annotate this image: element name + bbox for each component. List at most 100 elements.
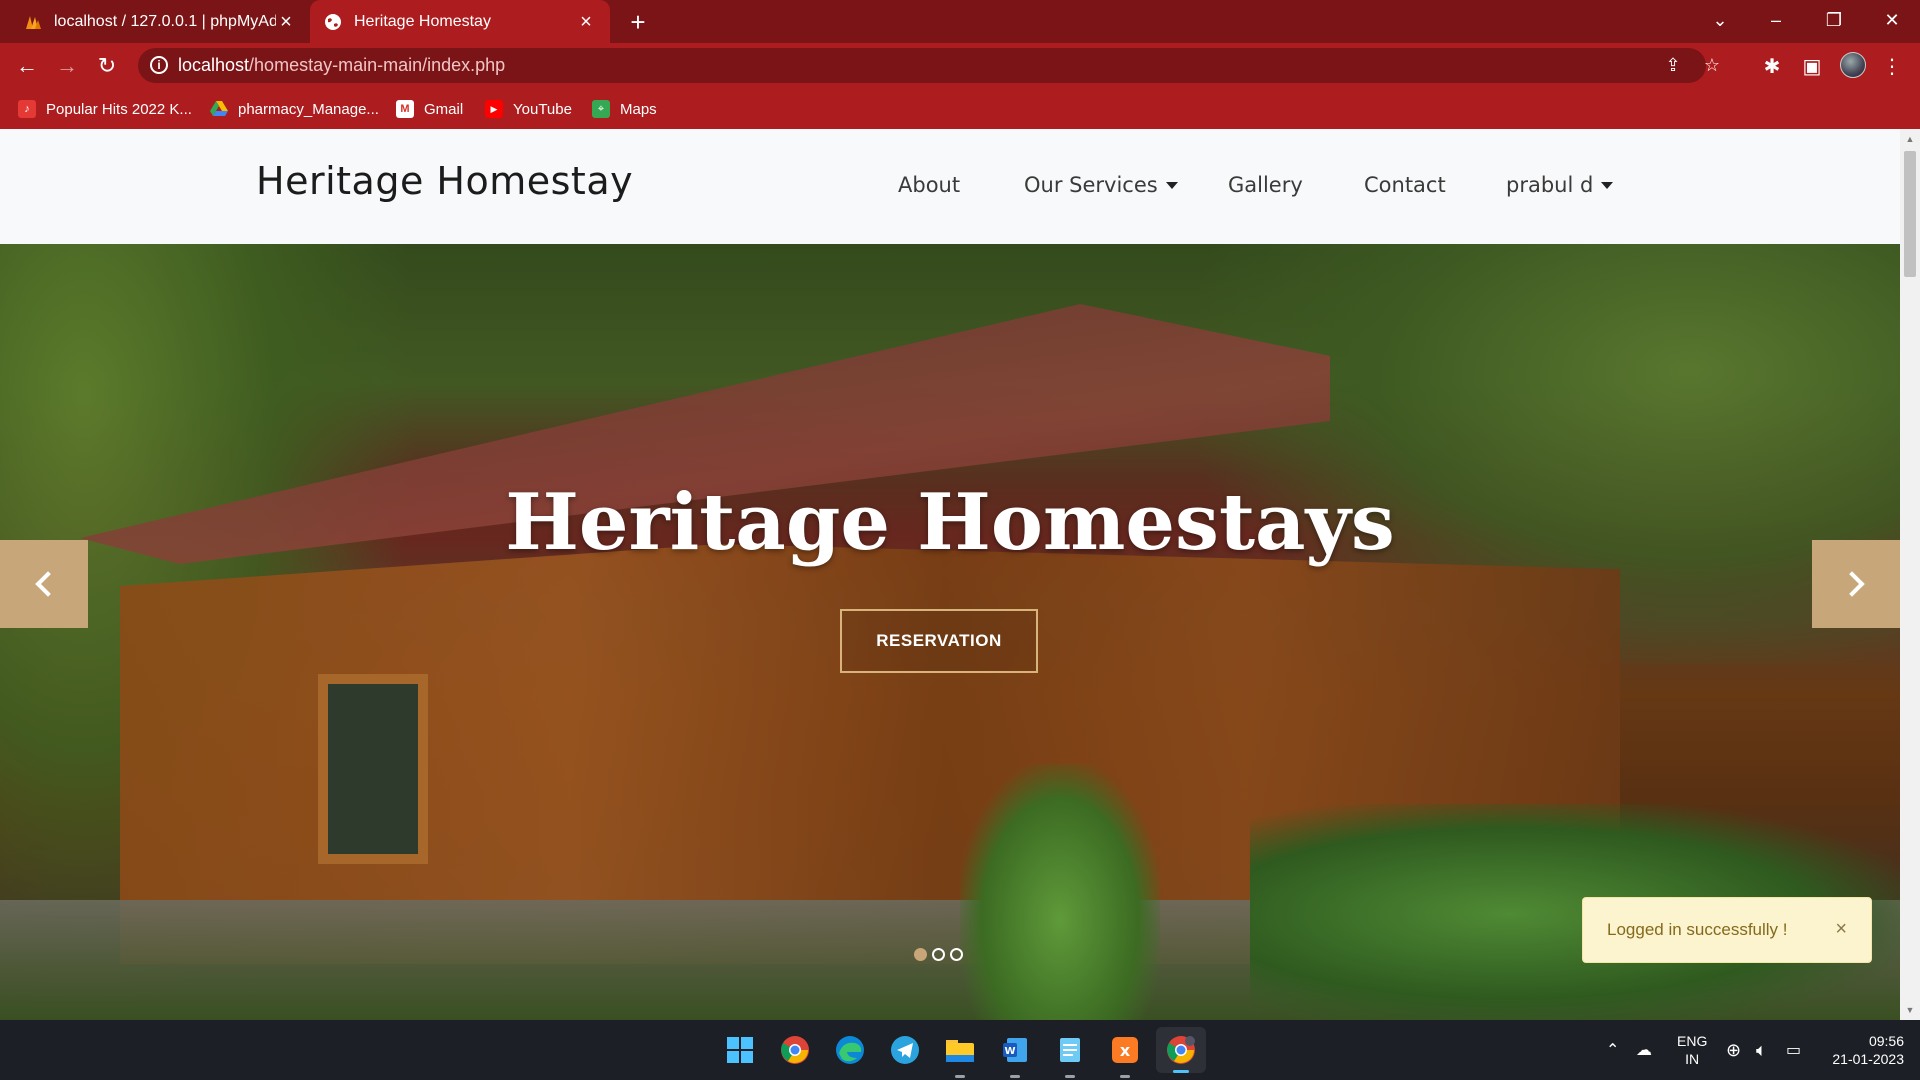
carousel-indicators — [914, 948, 963, 961]
reservation-button[interactable]: RESERVATION — [840, 609, 1038, 673]
running-indicator — [1173, 1070, 1189, 1073]
bookmark-label: pharmacy_Manage... — [238, 100, 379, 118]
caret-down-icon — [1165, 181, 1178, 189]
word-icon[interactable]: W — [997, 1032, 1033, 1078]
windows-start-icon[interactable] — [722, 1032, 758, 1068]
chevron-right-icon — [1839, 571, 1865, 597]
close-window-icon[interactable]: ✕ — [1864, 0, 1920, 40]
browser-tabstrip: localhost / 127.0.0.1 | phpMyAdmin × Her… — [0, 0, 1920, 43]
bookmark-gmail[interactable]: M Gmail — [396, 98, 463, 120]
back-icon[interactable]: ← — [12, 51, 42, 81]
site-info-icon[interactable]: i — [150, 56, 168, 74]
nav-our-services[interactable]: Our Services — [1024, 173, 1178, 197]
running-indicator — [1010, 1075, 1020, 1078]
carousel-next-button[interactable] — [1812, 540, 1900, 628]
tab-phpmyadmin[interactable]: localhost / 127.0.0.1 | phpMyAdmin × — [10, 0, 310, 43]
bookmark-label: YouTube — [513, 100, 572, 118]
carousel-indicator[interactable] — [950, 948, 963, 961]
hero-background-bush — [960, 764, 1160, 1020]
xampp-icon[interactable]: x — [1107, 1032, 1143, 1078]
svg-text:W: W — [1004, 1046, 1015, 1057]
tab-search-icon[interactable]: ⌄ — [1692, 0, 1748, 40]
bookmark-youtube[interactable]: ▶ YouTube — [485, 98, 572, 120]
maps-icon: ⌖ — [592, 100, 610, 118]
bookmark-popular-hits[interactable]: ♪ Popular Hits 2022 K... — [18, 98, 192, 120]
running-indicator — [955, 1075, 965, 1078]
site-navbar: Heritage Homestay About Our Services Gal… — [0, 129, 1900, 244]
profile-avatar[interactable] — [1840, 52, 1866, 78]
browser-toolbar: ← → ↻ i localhost/homestay-main-main/ind… — [0, 43, 1920, 88]
scroll-down-icon[interactable]: ▼ — [1900, 1002, 1920, 1018]
close-tab-icon[interactable]: × — [276, 12, 296, 32]
address-bar[interactable]: i localhost/homestay-main-main/index.php… — [138, 48, 1720, 83]
caret-down-icon — [1601, 181, 1614, 189]
tab-heritage-homestay[interactable]: Heritage Homestay × — [310, 0, 610, 43]
forward-icon[interactable]: → — [52, 51, 82, 81]
scrollbar-thumb[interactable] — [1904, 151, 1916, 277]
gmail-icon: M — [396, 100, 414, 118]
menu-kebab-icon[interactable]: ⋮ — [1880, 54, 1904, 78]
bookmark-label: Popular Hits 2022 K... — [46, 100, 192, 118]
close-tab-icon[interactable]: × — [576, 12, 596, 32]
nav-gallery[interactable]: Gallery — [1228, 173, 1303, 197]
running-indicator — [1065, 1075, 1075, 1078]
telegram-icon[interactable] — [887, 1032, 923, 1068]
nav-label: prabul d — [1506, 173, 1594, 197]
nav-about[interactable]: About — [898, 173, 960, 197]
bookmark-label: Gmail — [424, 100, 464, 118]
system-clock[interactable]: 09:56 21-01-2023 — [1826, 1032, 1904, 1068]
bookmark-pharmacy[interactable]: pharmacy_Manage... — [210, 98, 379, 120]
tray-overflow-icon[interactable]: ⌃ — [1606, 1020, 1619, 1080]
carousel-indicator[interactable] — [914, 948, 927, 961]
extensions-icon[interactable]: ✱ — [1760, 54, 1784, 78]
hero-background-window — [318, 674, 428, 864]
alert-message: Logged in successfully ! — [1607, 920, 1788, 939]
bookmark-maps[interactable]: ⌖ Maps — [592, 98, 657, 120]
scroll-up-icon[interactable]: ▲ — [1900, 131, 1920, 147]
carousel-indicator[interactable] — [932, 948, 945, 961]
restore-icon[interactable]: ❐ — [1806, 0, 1862, 40]
reload-icon[interactable]: ↻ — [92, 51, 122, 81]
file-explorer-icon[interactable] — [942, 1032, 978, 1078]
tab-title: localhost / 127.0.0.1 | phpMyAdmin — [54, 12, 276, 30]
drive-icon — [210, 100, 228, 118]
nav-contact[interactable]: Contact — [1364, 173, 1446, 197]
globe-icon — [324, 13, 342, 31]
input-language-indicator[interactable]: ENG IN — [1677, 1032, 1707, 1068]
region-code: IN — [1685, 1051, 1700, 1067]
phpmyadmin-icon — [24, 13, 42, 31]
minimize-icon[interactable]: – — [1748, 0, 1804, 40]
login-success-alert: Logged in successfully ! × — [1582, 897, 1872, 963]
onedrive-icon[interactable]: ☁ — [1636, 1020, 1652, 1080]
bookmark-label: Maps — [620, 100, 657, 118]
nav-label: Our Services — [1024, 173, 1158, 197]
clock-time: 09:56 — [1868, 1033, 1904, 1049]
site-brand[interactable]: Heritage Homestay — [256, 159, 633, 203]
page-viewport: Heritage Homestay About Our Services Gal… — [0, 129, 1900, 1020]
carousel-prev-button[interactable] — [0, 540, 88, 628]
side-panel-icon[interactable]: ▣ — [1800, 54, 1824, 78]
chrome-dev-icon[interactable] — [1156, 1027, 1206, 1073]
bookmark-star-icon[interactable]: ☆ — [1701, 54, 1723, 76]
hero-title: Heritage Homestays — [505, 477, 1395, 568]
chrome-icon[interactable] — [777, 1032, 813, 1068]
youtube-icon: ▶ — [485, 100, 503, 118]
volume-icon[interactable]: 🔈︎ — [1756, 1020, 1767, 1080]
new-tab-button[interactable]: + — [624, 8, 652, 36]
chevron-left-icon — [35, 571, 61, 597]
running-indicator — [1120, 1075, 1130, 1078]
svg-text:x: x — [1120, 1041, 1131, 1060]
nav-user-menu[interactable]: prabul d — [1506, 173, 1614, 197]
page-scrollbar[interactable]: ▲ ▼ — [1900, 129, 1920, 1020]
edge-icon[interactable] — [832, 1032, 868, 1068]
lang-code: ENG — [1677, 1033, 1708, 1049]
bookmarks-bar: ♪ Popular Hits 2022 K... pharmacy_Manage… — [0, 88, 1920, 129]
network-icon[interactable]: ⊕ — [1726, 1020, 1741, 1080]
url-host: localhost — [178, 55, 250, 75]
close-alert-icon[interactable]: × — [1835, 918, 1847, 941]
battery-icon[interactable]: ▭ — [1786, 1020, 1801, 1080]
windows-taskbar: W x ⌃ ☁ ENG IN ⊕ 🔈︎ ▭ 09:56 21-01-2023 — [0, 1020, 1920, 1080]
notepad-icon[interactable] — [1052, 1032, 1088, 1078]
share-icon[interactable]: ⇪ — [1662, 54, 1684, 76]
music-icon: ♪ — [18, 100, 36, 118]
